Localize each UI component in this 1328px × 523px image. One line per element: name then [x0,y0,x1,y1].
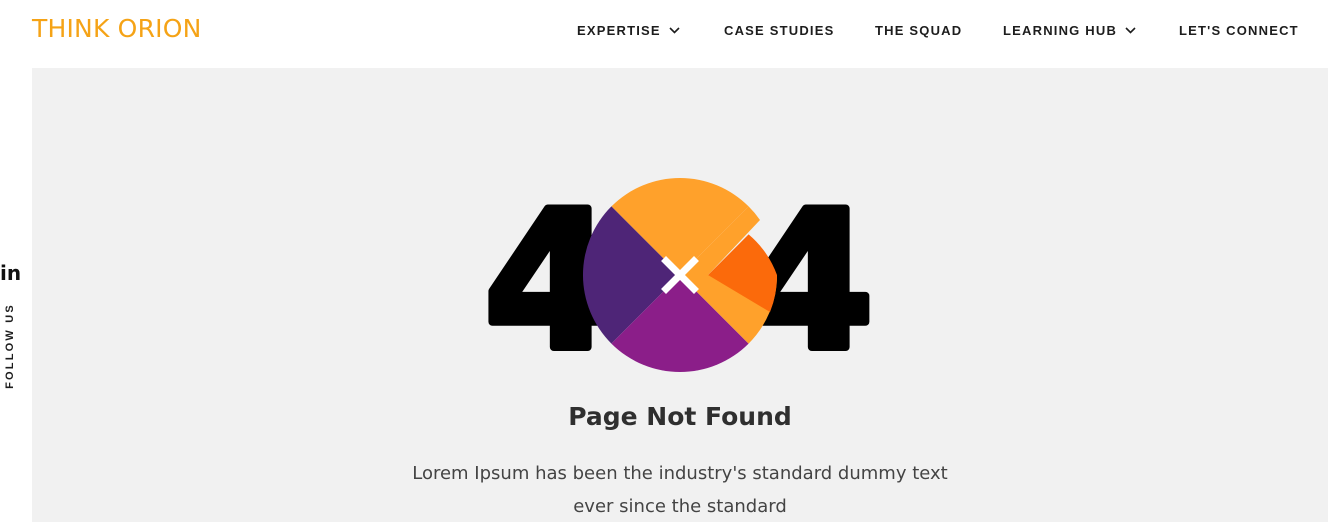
nav-item-label: EXPERTISE [577,23,661,38]
brand-logo[interactable]: THINK ORION [32,14,202,44]
chevron-down-icon [669,27,680,34]
nav-item-lets-connect[interactable]: LET'S CONNECT [1179,23,1299,39]
nav-item-label: LEARNING HUB [1003,23,1118,38]
error-404-graphic: 4 4 [480,172,878,378]
follow-us-label: FOLLOW US [4,303,16,389]
nav-item-label: CASE STUDIES [724,23,835,38]
page-title: Page Not Found [568,402,792,431]
chevron-down-icon [1125,27,1136,34]
linkedin-icon[interactable]: in [0,263,21,283]
nav-item-case-studies[interactable]: CASE STUDIES [724,23,834,39]
nav-item-label: THE SQUAD [875,23,963,38]
nav-item-expertise[interactable]: EXPERTISE [577,23,680,39]
nav-item-learning-hub[interactable]: LEARNING HUB [1003,23,1136,39]
description-line-2: ever since the standard [573,496,787,517]
nav-item-the-squad[interactable]: THE SQUAD [875,23,962,39]
description-line-1: Lorem Ipsum has been the industry's stan… [412,463,948,484]
nav-item-label: LET'S CONNECT [1179,23,1299,38]
top-navigation-bar: THINK ORION EXPERTISE CASE STUDIES THE S… [0,0,1328,68]
